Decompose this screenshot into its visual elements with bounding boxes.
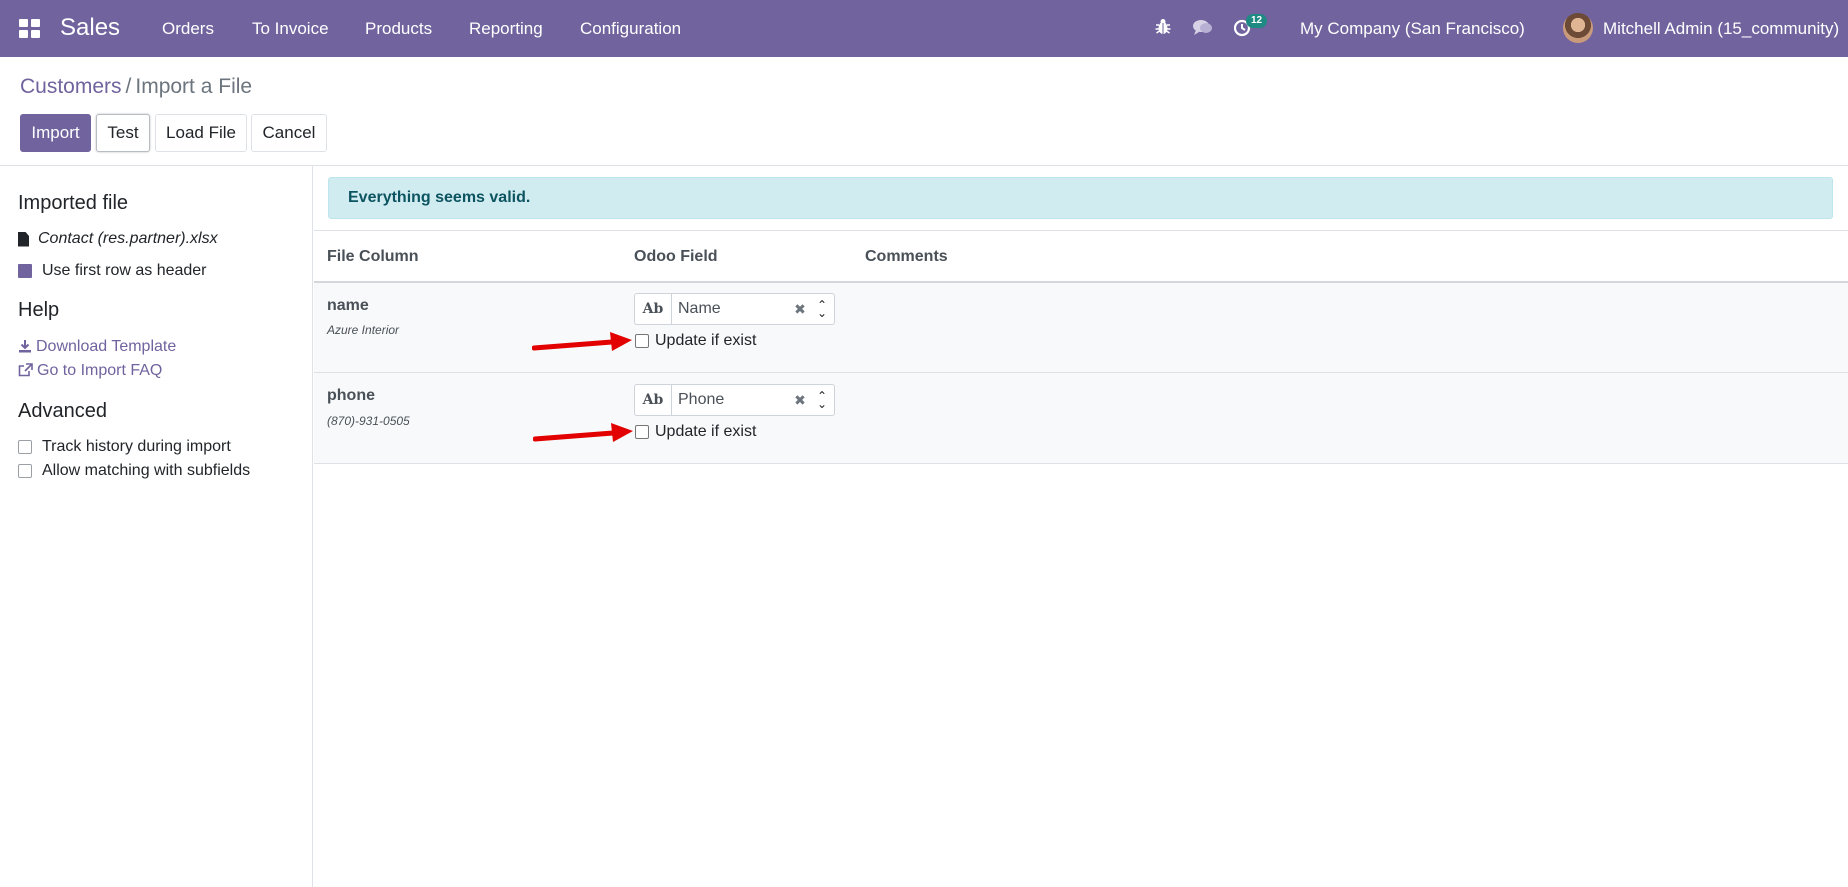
file-column-sample: (870)-931-0505 [327,414,410,428]
allow-subfields-checkbox[interactable] [18,464,32,478]
update-if-exist-label: Update if exist [655,423,757,440]
update-if-exist-option[interactable]: Update if exist [635,423,756,441]
top-navbar: Sales Orders To Invoice Products Reporti… [0,0,1848,57]
field-value: Phone [678,391,725,408]
file-column-sample: Azure Interior [327,323,400,337]
row-border [314,463,1848,464]
table-row [314,283,1848,372]
update-if-exist-label: Update if exist [655,332,757,349]
download-template-label: Download Template [36,338,177,355]
import-faq-label: Go to Import FAQ [37,362,163,379]
import-button[interactable]: Import [20,114,91,152]
cancel-button[interactable]: Cancel [251,114,327,152]
red-arrow-annotation [532,332,632,351]
download-icon [18,339,32,356]
company-switcher[interactable]: My Company (San Francisco) [1300,19,1525,39]
table-top-border [314,230,1848,231]
red-arrow-annotation [533,423,633,442]
file-column-name: phone [327,387,375,404]
track-history-checkbox[interactable] [18,440,32,454]
select-arrows-icon[interactable]: ⌃ ⌄ [810,299,834,319]
breadcrumb-current: Import a File [135,75,253,98]
allow-subfields-option[interactable]: Allow matching with subfields [18,462,250,480]
validation-alert: Everything seems valid. [328,177,1833,219]
menu-orders[interactable]: Orders [162,19,214,39]
apps-menu-icon[interactable] [19,19,41,39]
help-heading: Help [18,299,60,321]
update-if-exist-checkbox[interactable] [635,425,649,439]
field-type-badge: Ab [635,294,672,324]
header-comments: Comments [865,248,948,265]
imported-filename: Contact (res.partner).xlsx [38,230,218,247]
download-template-link[interactable]: Download Template [18,338,176,356]
load-file-button[interactable]: Load File [155,114,247,152]
use-header-option[interactable]: Use first row as header [18,262,207,280]
menu-reporting[interactable]: Reporting [469,19,543,39]
user-menu[interactable]: Mitchell Admin (15_community) [1603,19,1839,39]
user-avatar[interactable] [1563,13,1593,43]
header-file-column: File Column [327,248,419,265]
update-if-exist-option[interactable]: Update if exist [635,332,756,350]
file-column-name: name [327,297,369,314]
import-faq-link[interactable]: Go to Import FAQ [18,362,162,380]
allow-subfields-label: Allow matching with subfields [42,462,251,479]
bug-icon[interactable] [1155,18,1171,41]
track-history-option[interactable]: Track history during import [18,438,231,456]
activity-count-badge: 12 [1246,14,1268,28]
header-odoo-field: Odoo Field [634,248,718,265]
test-button[interactable]: Test [96,114,150,152]
menu-products[interactable]: Products [365,19,432,39]
chat-icon[interactable] [1193,19,1213,41]
imported-file-row: Contact (res.partner).xlsx [18,230,218,248]
imported-file-heading: Imported file [18,192,129,214]
clear-field-icon[interactable]: ✖ [790,392,810,409]
use-header-checkbox[interactable] [18,264,32,278]
odoo-field-select[interactable]: Ab Phone ✖ ⌃ ⌄ [634,384,835,416]
advanced-heading: Advanced [18,400,107,422]
import-sidebar: Imported file Contact (res.partner).xlsx… [0,166,313,887]
menu-to-invoice[interactable]: To Invoice [252,19,329,39]
file-icon [18,231,29,247]
external-link-icon [18,362,33,380]
breadcrumb-customers[interactable]: Customers [20,75,122,98]
select-arrows-icon[interactable]: ⌃ ⌄ [810,390,834,410]
app-brand[interactable]: Sales [60,14,120,42]
breadcrumb-separator: / [125,75,132,98]
clear-field-icon[interactable]: ✖ [790,301,810,318]
field-type-badge: Ab [635,385,672,415]
field-value: Name [678,300,721,317]
update-if-exist-checkbox[interactable] [635,334,649,348]
use-header-label: Use first row as header [42,262,207,279]
track-history-label: Track history during import [42,438,231,455]
menu-configuration[interactable]: Configuration [580,19,681,39]
breadcrumb: Customers / Import a File [20,75,252,99]
table-row [314,373,1848,463]
odoo-field-select[interactable]: Ab Name ✖ ⌃ ⌄ [634,293,835,325]
